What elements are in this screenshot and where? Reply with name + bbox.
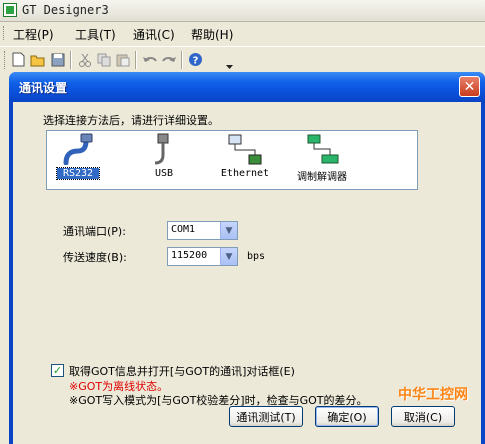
- method-label: USB: [154, 168, 174, 179]
- checkbox-label[interactable]: 取得GOT信息并打开[与GOT的通讯]对话框(E): [69, 363, 295, 379]
- close-icon: ✕: [463, 78, 476, 95]
- speed-value: 115200: [171, 250, 208, 261]
- connection-method-list: RS232 USB Ethernet 调制解调器: [46, 130, 418, 190]
- check-icon: ✓: [52, 364, 63, 377]
- menu-tools[interactable]: 工具(T): [75, 26, 116, 43]
- app-title: GT Designer3: [22, 3, 109, 17]
- chevron-down-icon[interactable]: ▼: [220, 222, 237, 239]
- method-rs232[interactable]: RS232: [56, 133, 100, 180]
- dialog-title: 通讯设置: [19, 81, 68, 95]
- method-usb[interactable]: USB: [149, 133, 179, 179]
- port-value: COM1: [171, 224, 196, 235]
- method-label: Ethernet: [220, 168, 270, 179]
- method-modem[interactable]: 调制解调器: [290, 133, 354, 183]
- port-select[interactable]: COM1 ▼: [167, 221, 238, 240]
- copy-icon[interactable]: [95, 51, 112, 68]
- method-label: RS232: [56, 167, 100, 180]
- cancel-button[interactable]: 取消(C): [391, 406, 455, 427]
- open-icon[interactable]: [29, 51, 46, 68]
- speed-select[interactable]: 115200 ▼: [167, 247, 238, 266]
- close-button[interactable]: ✕: [459, 76, 480, 97]
- ok-button[interactable]: 确定(O): [315, 406, 379, 427]
- get-got-info-checkbox[interactable]: ✓: [51, 364, 64, 377]
- paste-icon[interactable]: [114, 51, 131, 68]
- undo-icon[interactable]: [141, 51, 158, 68]
- modem-icon: [290, 133, 354, 165]
- chevron-down-icon[interactable]: ▼: [220, 248, 237, 265]
- ethernet-icon: [217, 133, 273, 165]
- svg-text:?: ?: [193, 56, 199, 67]
- toolbar-separator: [70, 51, 72, 69]
- toolbar-separator: [181, 51, 183, 69]
- save-icon[interactable]: [49, 51, 66, 68]
- rs232-cable-icon: [57, 133, 99, 165]
- redo-icon[interactable]: [160, 51, 177, 68]
- menubar-grip[interactable]: [3, 26, 6, 40]
- watermark-logo: 中华工控网: [398, 387, 468, 403]
- speed-unit: bps: [247, 251, 266, 262]
- menu-project[interactable]: 工程(P): [13, 26, 54, 43]
- menu-communication[interactable]: 通讯(C): [133, 26, 175, 43]
- port-label: 通讯端口(P):: [63, 225, 126, 238]
- method-ethernet[interactable]: Ethernet: [217, 133, 273, 179]
- speed-label: 传送速度(B):: [63, 251, 127, 264]
- toolbar-grip[interactable]: [4, 51, 6, 69]
- toolbar: ?: [0, 46, 485, 73]
- help-icon[interactable]: ?: [187, 51, 204, 68]
- method-label: 调制解调器: [297, 172, 347, 183]
- usb-cable-icon: [149, 133, 179, 165]
- menu-help[interactable]: 帮助(H): [191, 26, 233, 43]
- new-icon[interactable]: [10, 51, 27, 68]
- toolbar-separator: [135, 51, 137, 69]
- dialog-titlebar[interactable]: 通讯设置 ✕: [9, 72, 485, 102]
- communication-test-button[interactable]: 通讯测试(T): [229, 406, 303, 427]
- cut-icon[interactable]: [76, 51, 93, 68]
- app-titlebar: GT Designer3: [0, 0, 485, 22]
- menubar: 工程(P) 工具(T) 通讯(C) 帮助(H): [0, 22, 485, 44]
- app-icon: [3, 3, 17, 17]
- dropdown-icon[interactable]: [225, 55, 234, 72]
- instruction-text: 选择连接方法后，请进行详细设置。: [43, 114, 219, 127]
